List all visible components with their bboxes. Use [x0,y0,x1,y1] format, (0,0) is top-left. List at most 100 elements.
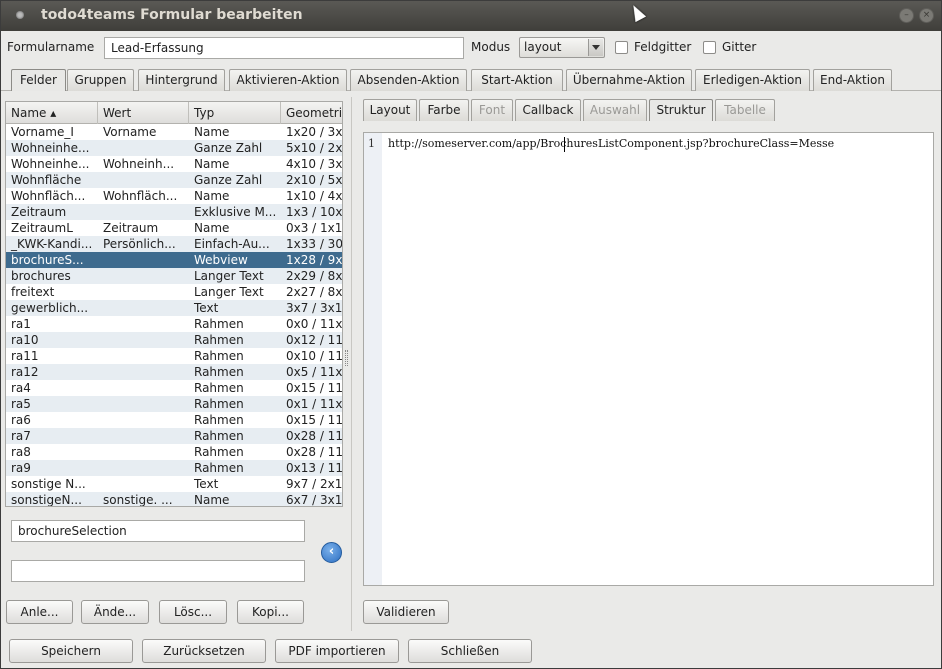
table-row[interactable]: ra1 Rahmen 0x0 / 11x [6,316,343,332]
modus-select[interactable]: layout [519,37,605,58]
formularname-label: Formularname [7,40,95,54]
table-row[interactable]: sonstige N... Text 9x7 / 2x1 [6,476,342,492]
table-cell [98,316,189,332]
table-cell: 2x10 / 5x [286,173,343,187]
panel-separator [351,97,352,631]
table-row[interactable]: ra11 Rahmen 0x10 / 11 [6,348,342,364]
table-row[interactable]: Vorname_I Vorname Name 1x20 / 3x [6,124,342,140]
structure-editor[interactable]: 1 http://someserver.com/app/BrochuresLis… [363,132,934,586]
table-row[interactable]: ra4 Rahmen 0x15 / 11 [6,380,342,396]
tab-hintergrund[interactable]: Hintergrund [138,69,225,91]
tab-absenden-aktion[interactable]: Absenden-Aktion [350,69,467,91]
modus-label: Modus [471,40,511,54]
table-header: Name ▴ Wert Typ Geometri [6,102,342,124]
table-row[interactable]: ZeitraumL Zeitraum Name 0x3 / 1x1 [6,220,342,236]
table-cell: Name [194,125,230,139]
table-cell: _KWK-Kandi... [11,237,93,251]
tab-gruppen[interactable]: Gruppen [67,69,134,91]
table-row[interactable]: ra10 Rahmen 0x12 / 11 [6,332,342,348]
subtab-auswahl: Auswahl [583,99,647,121]
table-cell: Einfach-Au... [194,237,270,251]
loeschen-button[interactable]: Lösc... [159,600,227,624]
table-cell: Langer Text [194,269,264,283]
table-cell: Wohneinhe... [11,157,90,171]
subtab-struktur[interactable]: Struktur [649,99,713,121]
anlegen-button[interactable]: Anle... [6,600,73,624]
table-row[interactable]: brochures Langer Text 2x29 / 8x [6,268,342,284]
field-name-input[interactable] [11,520,305,542]
line-number: 1 [368,137,375,150]
tab-aktivieren-aktion[interactable]: Aktivieren-Aktion [229,69,347,91]
table-cell [98,460,189,476]
subtab-farbe[interactable]: Farbe [419,99,469,121]
field-second-input[interactable] [11,560,305,582]
tab-erledigen-aktion[interactable]: Erledigen-Aktion [695,69,810,91]
column-header-typ[interactable]: Typ [189,102,281,124]
table-cell [98,412,189,428]
table-row[interactable]: sonstigeN... sonstige. ... Name 6x7 / 3x1 [6,492,342,507]
table-row[interactable]: Zeitraum Exklusive M... 1x3 / 10x [6,204,342,220]
tab-uebernahme-aktion[interactable]: Übernahme-Aktion [566,69,692,91]
table-row[interactable]: ra5 Rahmen 0x1 / 11x [6,396,342,412]
split-pane-divider[interactable] [344,97,350,631]
table-cell: Persönlich... [103,237,176,251]
table-row[interactable]: _KWK-Kandi... Persönlich... Einfach-Au... 1… [6,236,342,252]
title-bar[interactable]: todo4teams Formular bearbeiten – × [1,1,941,31]
chevron-left-icon[interactable]: ‹ [321,542,342,563]
minimize-button[interactable]: – [899,8,914,23]
table-cell: Rahmen [194,381,244,395]
table-row[interactable]: Wohnfläch... Wohnfläch... Name 1x10 / 4x [6,188,342,204]
speichern-button[interactable]: Speichern [9,639,133,663]
table-row[interactable]: ra12 Rahmen 0x5 / 11x [6,364,342,380]
window-menu-icon[interactable] [16,11,24,19]
table-row[interactable]: brochureS... Webview 1x28 / 9x [6,252,342,268]
pdf-importieren-button[interactable]: PDF importieren [275,639,399,663]
table-cell: 0x13 / 11 [286,461,343,475]
table-cell [98,268,189,284]
table-cell: Name [194,189,230,203]
column-header-wert[interactable]: Wert [98,102,189,124]
splitter-grip-icon[interactable] [345,350,348,366]
table-cell: ZeitraumL [11,221,73,235]
table-cell: Webview [194,253,248,267]
table-cell: Rahmen [194,429,244,443]
feldgitter-label: Feldgitter [634,40,692,54]
table-row[interactable]: gewerblich... Text 3x7 / 3x1 [6,300,342,316]
table-cell [98,348,189,364]
table-row[interactable]: ra9 Rahmen 0x13 / 11 [6,460,343,476]
formularname-input[interactable] [104,37,464,59]
table-row[interactable]: ra7 Rahmen 0x28 / 11 [6,428,342,444]
validieren-button[interactable]: Validieren [363,600,449,624]
schliessen-button[interactable]: Schließen [408,639,532,663]
table-row[interactable]: freitext Langer Text 2x27 / 8x [6,284,342,300]
gitter-checkbox[interactable] [703,41,716,54]
table-row[interactable]: Wohneinhe... Ganze Zahl 5x10 / 2x [6,140,342,156]
fields-table[interactable]: Name ▴ Wert Typ Geometri Vorname_I Vornam… [5,101,343,507]
table-cell: gewerblich... [11,301,89,315]
close-button[interactable]: × [919,8,934,23]
feldgitter-checkbox[interactable] [615,41,628,54]
table-row[interactable]: Wohneinhe... Wohneinh... Name 4x10 / 3x [6,156,342,172]
table-cell [98,364,189,380]
column-header-name[interactable]: Name ▴ [6,102,98,124]
tab-end-aktion[interactable]: End-Aktion [813,69,892,91]
kopieren-button[interactable]: Kopi... [237,600,304,624]
table-cell [98,284,189,300]
table-cell: ra9 [11,461,31,475]
table-cell: Ganze Zahl [194,141,263,155]
table-cell: 0x0 / 11x [286,317,343,331]
zuruecksetzen-button[interactable]: Zurücksetzen [142,639,266,663]
table-row[interactable]: Wohnfläche Ganze Zahl 2x10 / 5x [6,172,343,188]
column-header-geometrie[interactable]: Geometri [281,102,342,124]
code-line[interactable]: http://someserver.com/app/BrochuresListC… [388,137,834,150]
table-cell: sonstige. ... [103,493,173,507]
tab-start-aktion[interactable]: Start-Aktion [471,69,563,91]
aendern-button[interactable]: Ände... [81,600,149,624]
tab-felder[interactable]: Felder [11,69,66,91]
text-caret [564,137,565,152]
table-row[interactable]: ra6 Rahmen 0x15 / 11 [6,412,342,428]
subtab-layout[interactable]: Layout [363,99,417,121]
chevron-down-icon[interactable] [588,39,603,56]
subtab-callback[interactable]: Callback [515,99,581,121]
table-row[interactable]: ra8 Rahmen 0x28 / 11 [6,444,342,460]
